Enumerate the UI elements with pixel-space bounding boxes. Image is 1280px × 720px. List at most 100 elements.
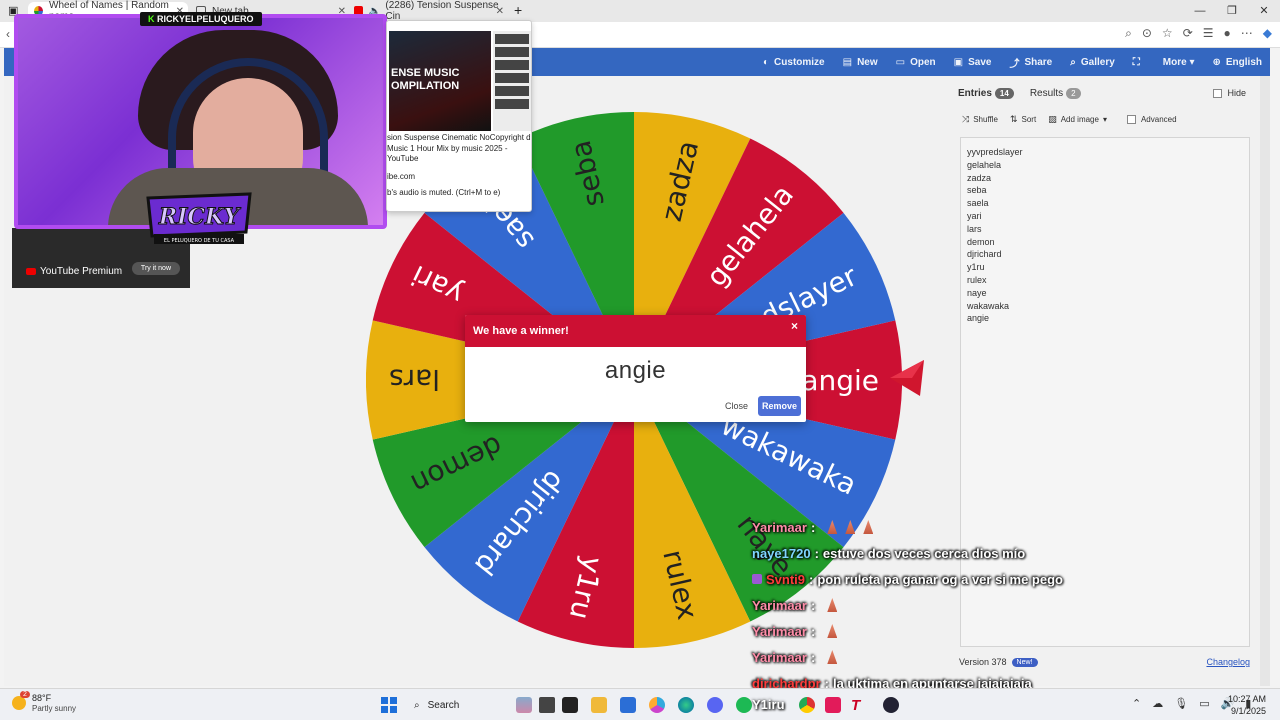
- dialog-header: We have a winner! ×: [465, 315, 806, 347]
- store-icon[interactable]: [620, 697, 636, 713]
- entries-toolbar: ⤨ Shuffle ⇅ Sort ▨ Add image ▾ Advanced: [962, 114, 1177, 125]
- menu-language[interactable]: ⊕ English: [1212, 57, 1262, 68]
- entry-item: seba: [967, 185, 987, 196]
- preview-thumbnail-title: ENSE MUSIC OMPILATION: [391, 67, 460, 92]
- advanced-label: Advanced: [1140, 115, 1177, 124]
- entry-item: wakawaka: [967, 300, 1010, 311]
- sort-icon: ⇅: [1009, 114, 1018, 124]
- ricky-logo: RICKY EL PELUQUERO DE TU CASA: [146, 192, 252, 244]
- spotify-icon[interactable]: [736, 697, 752, 713]
- hide-label: Hide: [1227, 88, 1246, 98]
- cloud-icon[interactable]: ☁: [1152, 697, 1163, 710]
- scrollbar[interactable]: [1260, 76, 1270, 686]
- wheel-segment-label: angie: [801, 364, 879, 397]
- clock[interactable]: 10:27 AM 9/1/2025: [1228, 693, 1266, 717]
- new-tab-icon[interactable]: +: [514, 2, 522, 18]
- stream-chat-username: Y1iru: [752, 697, 785, 712]
- chrome-icon[interactable]: [799, 697, 815, 713]
- menu-gallery[interactable]: ⌕ Gallery: [1070, 57, 1115, 68]
- menu-label: New: [857, 56, 878, 68]
- tiktok-icon[interactable]: [825, 697, 841, 713]
- streamer-name-label: K RICKYELPELUQUERO: [140, 12, 262, 26]
- emote-icon: [827, 598, 838, 612]
- dialog-buttons: Close Remove: [725, 396, 801, 416]
- zoom-icon[interactable]: ⌕: [1125, 26, 1132, 41]
- menu-open[interactable]: ▭ Open: [896, 57, 936, 68]
- menu-share[interactable]: ⤴ Share: [1009, 55, 1052, 70]
- preview-domain: ibe.com: [387, 172, 416, 181]
- checkbox-icon: [1126, 115, 1136, 124]
- chevron-up-icon[interactable]: ⌃: [1132, 697, 1141, 710]
- menu-fullscreen[interactable]: ⛶: [1133, 57, 1145, 68]
- winner-dialog: We have a winner! × angie Close Remove: [465, 315, 806, 422]
- shuffle-label: Shuffle: [973, 115, 998, 124]
- close-icon[interactable]: ×: [791, 319, 798, 333]
- entry-item: y1ru: [967, 262, 985, 273]
- chat-separator: :: [810, 623, 816, 639]
- reader-icon[interactable]: ⊙: [1142, 26, 1152, 41]
- tab-close-icon[interactable]: ✕: [496, 6, 504, 17]
- monitor-icon[interactable]: ▭: [1199, 697, 1209, 710]
- discord-icon[interactable]: [707, 697, 723, 713]
- maximize-icon[interactable]: ❐: [1216, 0, 1248, 22]
- windows-start-icon[interactable]: [381, 697, 397, 713]
- microphone-icon[interactable]: 🎙: [1174, 697, 1188, 710]
- hide-checkbox[interactable]: Hide: [1213, 88, 1246, 98]
- try-it-now-button[interactable]: Try it now: [131, 262, 180, 275]
- terminal-icon[interactable]: [562, 697, 578, 713]
- text-app-icon[interactable]: T: [851, 697, 867, 714]
- chat-message: Svnti9: pon ruleta pa ganar og a ver si m…: [752, 566, 1222, 592]
- edge-icon[interactable]: [678, 697, 694, 713]
- copilot-icon[interactable]: ◆: [1263, 26, 1272, 41]
- entry-item: yyvpredslayer: [967, 147, 1023, 157]
- menu-dots-icon[interactable]: ⋯: [1241, 26, 1253, 41]
- copilot-app-icon[interactable]: [649, 697, 665, 713]
- entry-item: yari: [967, 210, 982, 221]
- shuffle-button[interactable]: ⤨ Shuffle: [962, 114, 998, 125]
- favorite-star-icon[interactable]: ☆: [1162, 26, 1173, 41]
- menu-label: Share: [1024, 56, 1053, 68]
- logo-subtext: EL PELUQUERO DE TU CASA: [164, 238, 235, 244]
- logo-text: RICKY: [158, 204, 242, 230]
- menu-new[interactable]: ▤ New: [843, 57, 878, 68]
- profile-avatar-icon[interactable]: ●: [1224, 26, 1231, 41]
- chat-username: Yarimaar: [752, 623, 807, 639]
- window-controls: — ❐ ✕: [1184, 0, 1280, 22]
- menu-label: Gallery: [1080, 56, 1115, 68]
- chat-separator: :: [810, 649, 816, 665]
- menu-save[interactable]: ▣ Save: [954, 57, 992, 68]
- menu-label: Save: [968, 56, 992, 68]
- menu-label: Open: [910, 56, 936, 68]
- chat-message: Yarimaar:: [752, 618, 1222, 644]
- menu-customize[interactable]: ◐ Customize: [763, 57, 825, 68]
- entries-count-badge: 14: [994, 88, 1014, 99]
- minimize-icon[interactable]: —: [1184, 0, 1216, 22]
- remove-button[interactable]: Remove: [757, 396, 801, 416]
- favorites-icon[interactable]: ☰: [1203, 26, 1214, 41]
- results-count-badge: 2: [1066, 88, 1081, 99]
- advanced-checkbox[interactable]: Advanced: [1126, 115, 1177, 124]
- close-window-icon[interactable]: ✕: [1248, 0, 1280, 22]
- tab-results[interactable]: Results 2: [1030, 88, 1081, 99]
- wheel-segment-label: lars: [389, 363, 440, 396]
- sort-button[interactable]: ⇅ Sort: [1010, 114, 1036, 125]
- emote-icon: [827, 650, 838, 664]
- chat-username: Yarimaar: [752, 649, 807, 665]
- game-app-icon[interactable]: [883, 697, 899, 713]
- emote-icon: [827, 520, 838, 534]
- widgets-icon[interactable]: [516, 697, 532, 713]
- taskbar-search[interactable]: ⌕ Search: [406, 694, 506, 716]
- close-button[interactable]: Close: [725, 401, 748, 411]
- menu-more[interactable]: More ▾: [1163, 57, 1195, 68]
- task-view-icon[interactable]: [539, 697, 555, 713]
- back-icon[interactable]: ‹: [6, 27, 10, 41]
- emote-icon: [845, 520, 856, 534]
- file-explorer-icon[interactable]: [591, 697, 607, 713]
- add-image-button[interactable]: ▨ Add image ▾: [1048, 114, 1107, 125]
- weather-widget[interactable]: 88°F Partly sunny 2: [12, 691, 76, 713]
- tab-entries[interactable]: Entries 14: [958, 88, 1014, 99]
- weather-temp: 88°F: [32, 693, 52, 703]
- chat-username: naye1720: [752, 545, 811, 561]
- extensions-icon[interactable]: ⟳: [1183, 26, 1193, 41]
- entry-item: rulex: [967, 274, 987, 285]
